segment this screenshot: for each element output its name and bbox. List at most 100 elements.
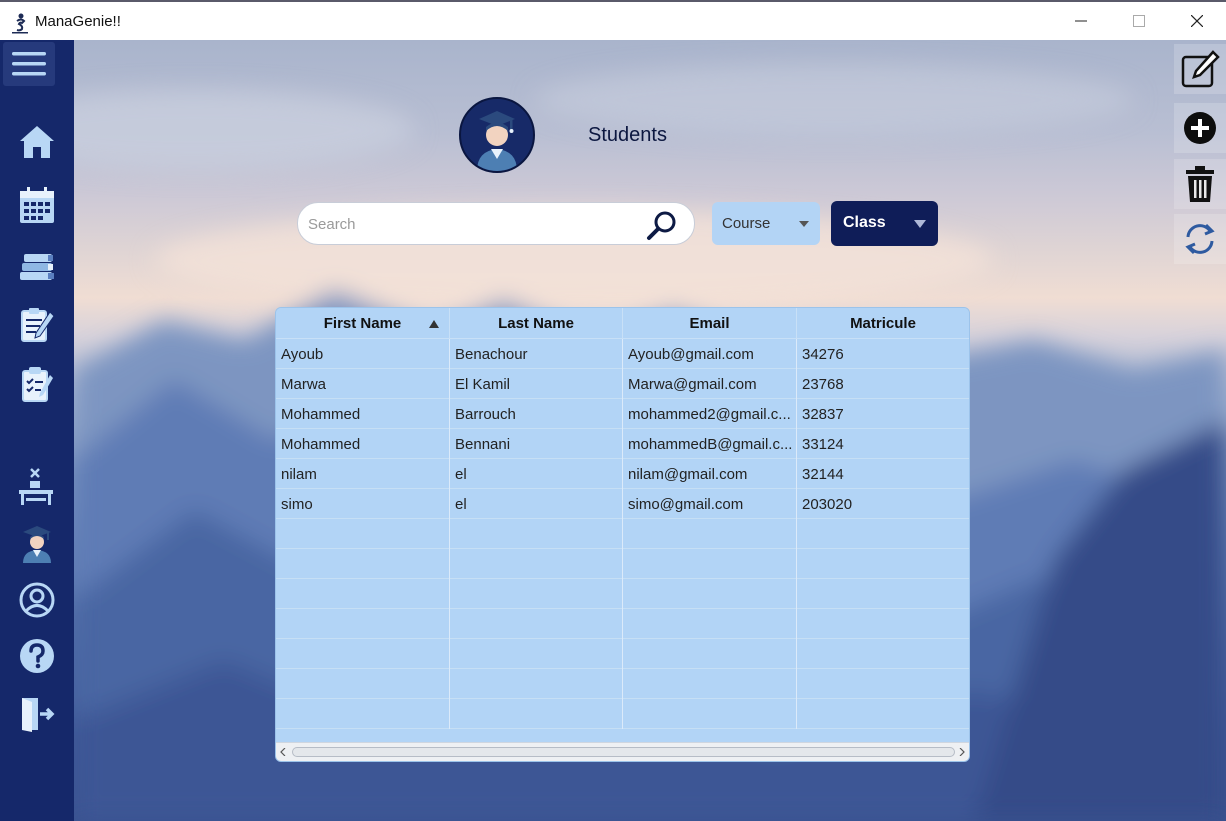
cell-first-name: simo <box>276 489 450 519</box>
empty-table-row <box>276 669 969 699</box>
course-select[interactable]: Course <box>712 202 820 245</box>
empty-cell <box>276 549 450 579</box>
sidebar-item-profile[interactable] <box>14 578 60 622</box>
column-header-first-name[interactable]: First Name <box>276 308 450 339</box>
books-icon <box>20 254 54 280</box>
sidebar-item-home[interactable] <box>14 120 60 164</box>
cell-last-name: Barrouch <box>450 399 623 429</box>
sidebar-item-exams[interactable] <box>14 362 60 406</box>
cell-last-name: el <box>450 489 623 519</box>
trash-icon <box>1186 166 1214 202</box>
cell-matricule: 34276 <box>802 345 844 363</box>
page-avatar <box>459 97 535 173</box>
class-select-label: Class <box>843 214 886 231</box>
empty-cell <box>450 579 623 609</box>
document-edit-icon <box>21 308 55 342</box>
table-row[interactable]: Mohammed Bennani mohammedB@gmail.c... 33124 <box>276 429 969 459</box>
search-input[interactable] <box>308 213 628 235</box>
course-select-label: Course <box>722 215 771 232</box>
empty-cell <box>450 699 623 729</box>
minimize-button[interactable] <box>1052 2 1110 40</box>
sidebar-item-classrooms[interactable] <box>14 464 60 508</box>
search-box[interactable] <box>297 202 695 245</box>
hamburger-menu-icon <box>12 52 46 76</box>
empty-cell <box>450 549 623 579</box>
sidebar-item-help[interactable] <box>14 634 60 678</box>
maximize-button[interactable] <box>1110 2 1168 40</box>
chevron-down-icon <box>799 221 809 227</box>
empty-cell <box>623 549 797 579</box>
table-row[interactable]: nilam el nilam@gmail.com 32144 <box>276 459 969 489</box>
menu-toggle-button[interactable] <box>3 42 55 86</box>
scroll-right-icon[interactable] <box>959 748 965 756</box>
table-row[interactable]: Ayoub Benachour Ayoub@gmail.com 34276 <box>276 339 969 369</box>
table-body: Ayoub Benachour Ayoub@gmail.com 34276 Marwa E… <box>276 339 969 744</box>
empty-cell <box>623 519 797 549</box>
scroll-left-icon[interactable] <box>280 748 286 756</box>
empty-table-row <box>276 609 969 639</box>
class-select[interactable]: Class <box>831 201 938 246</box>
empty-cell <box>623 609 797 639</box>
delete-button[interactable] <box>1174 159 1226 209</box>
close-icon <box>1191 15 1203 27</box>
empty-cell <box>276 609 450 639</box>
help-icon <box>20 639 54 673</box>
empty-cell <box>276 579 450 609</box>
minimize-icon <box>1075 20 1087 22</box>
students-table: First Name Last Name Email Matricule Ayo… <box>275 307 970 762</box>
scrollbar-thumb[interactable] <box>292 747 955 757</box>
add-circle-icon <box>1184 112 1216 144</box>
student-icon <box>23 526 51 563</box>
refresh-icon <box>1185 223 1215 255</box>
table-row[interactable]: Marwa El Kamil Marwa@gmail.com 23768 <box>276 369 969 399</box>
column-header-matricule[interactable]: Matricule <box>797 308 969 339</box>
sidebar-item-courses[interactable] <box>14 244 60 288</box>
empty-table-row <box>276 549 969 579</box>
empty-cell <box>623 639 797 669</box>
cell-first-name: nilam <box>276 459 450 489</box>
empty-cell <box>450 519 623 549</box>
empty-cell <box>623 699 797 729</box>
add-button[interactable] <box>1174 103 1226 153</box>
sidebar-item-logout[interactable] <box>14 692 60 736</box>
cell-first-name: Mohammed <box>276 429 450 459</box>
empty-cell <box>623 669 797 699</box>
cell-email: Marwa@gmail.com <box>623 369 797 399</box>
home-icon <box>20 126 54 158</box>
close-button[interactable] <box>1168 2 1226 40</box>
cell-matricule: 33124 <box>802 435 844 453</box>
table-row[interactable]: simo el simo@gmail.com 203020 <box>276 489 969 519</box>
sidebar <box>0 40 74 821</box>
sidebar-item-calendar[interactable] <box>14 183 60 227</box>
empty-cell <box>276 639 450 669</box>
cell-email: mohammedB@gmail.c... <box>623 429 797 459</box>
cell-matricule: 23768 <box>802 375 844 393</box>
refresh-button[interactable] <box>1174 214 1226 264</box>
empty-table-row <box>276 639 969 669</box>
column-header-email[interactable]: Email <box>623 308 797 339</box>
cell-first-name: Mohammed <box>276 399 450 429</box>
window-title: ManaGenie!! <box>35 13 121 30</box>
table-row[interactable]: Mohammed Barrouch mohammed2@gmail.c... 3283… <box>276 399 969 429</box>
empty-cell <box>450 669 623 699</box>
column-header-last-name[interactable]: Last Name <box>450 308 623 339</box>
empty-cell <box>450 639 623 669</box>
search-icon[interactable] <box>646 209 678 241</box>
empty-cell <box>797 579 969 609</box>
empty-table-row <box>276 699 969 729</box>
empty-cell <box>276 699 450 729</box>
sidebar-item-assignments[interactable] <box>14 303 60 347</box>
empty-table-row <box>276 579 969 609</box>
cell-first-name: Marwa <box>276 369 450 399</box>
sidebar-item-students[interactable] <box>14 521 60 565</box>
cell-email: Ayoub@gmail.com <box>623 339 797 369</box>
edit-icon <box>1181 50 1220 88</box>
horizontal-scrollbar[interactable] <box>276 742 969 761</box>
app-logo-icon <box>12 13 28 34</box>
sort-ascending-icon <box>429 320 439 328</box>
cell-matricule: 203020 <box>802 495 853 513</box>
edit-button[interactable] <box>1174 44 1226 94</box>
cell-first-name: Ayoub <box>276 339 450 369</box>
calendar-icon <box>20 187 54 223</box>
empty-cell <box>276 669 450 699</box>
